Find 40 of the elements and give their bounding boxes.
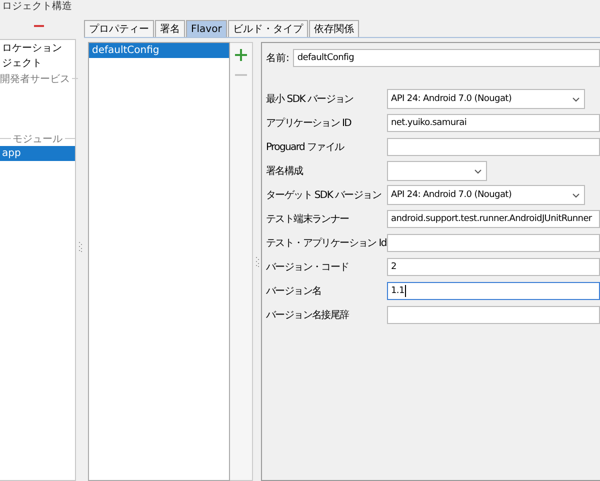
window-title: ロジェクト構造 bbox=[1, 0, 73, 13]
tab[interactable]: Flavor bbox=[186, 20, 227, 37]
dropdown[interactable] bbox=[387, 161, 487, 181]
dropdown[interactable]: API 24: Android 7.0 (Nougat) bbox=[387, 185, 585, 205]
tab[interactable]: 依存関係 bbox=[308, 20, 359, 37]
tab[interactable]: ビルド・タイプ bbox=[228, 20, 308, 37]
sidebar-item[interactable]: ジェクト bbox=[0, 56, 75, 71]
text-field[interactable]: net.yuiko.samurai bbox=[387, 114, 600, 132]
text-field[interactable]: 2 bbox=[387, 258, 600, 276]
plus-icon bbox=[235, 49, 247, 61]
module-item[interactable]: app bbox=[0, 146, 75, 161]
field-label: バージョン・コード bbox=[266, 261, 350, 274]
text-field[interactable] bbox=[387, 138, 600, 156]
field-label: テスト・アプリケーション Id bbox=[266, 236, 387, 250]
minus-icon[interactable] bbox=[34, 25, 44, 27]
field-label: バージョン名接尾辞 bbox=[266, 308, 350, 322]
tab[interactable]: プロパティー bbox=[84, 20, 154, 37]
section-header: 開発者サービス bbox=[0, 72, 70, 86]
field-label: 署名構成 bbox=[266, 164, 304, 178]
field-label: 最小 SDK バージョン bbox=[266, 92, 354, 106]
field-label: バージョン名 bbox=[266, 285, 322, 298]
name-field[interactable]: defaultConfig bbox=[293, 49, 600, 67]
field-label: ターゲット SDK バージョン bbox=[266, 189, 382, 202]
text-field[interactable] bbox=[387, 234, 600, 252]
sidebar-item[interactable]: ロケーション bbox=[0, 41, 75, 56]
text-field[interactable] bbox=[387, 306, 600, 324]
text-field[interactable]: android.support.test.runner.AndroidJUnitRunner bbox=[387, 210, 600, 228]
text-field[interactable]: 1.1 bbox=[387, 282, 600, 300]
section-header: モジュール bbox=[12, 132, 62, 146]
chevron-down-icon bbox=[572, 96, 580, 102]
flavor-item[interactable]: defaultConfig bbox=[89, 43, 229, 58]
field-label: テスト端末ランナー bbox=[266, 212, 350, 226]
chevron-down-icon bbox=[474, 168, 482, 174]
field-label: Proguard ファイル bbox=[266, 141, 346, 154]
tab[interactable]: 署名 bbox=[155, 20, 185, 37]
dropdown[interactable]: API 24: Android 7.0 (Nougat) bbox=[387, 89, 585, 109]
chevron-down-icon bbox=[572, 192, 580, 198]
field-label: アプリケーション ID bbox=[266, 116, 352, 130]
add-button[interactable] bbox=[233, 47, 249, 63]
name-label: 名前: bbox=[266, 52, 290, 65]
